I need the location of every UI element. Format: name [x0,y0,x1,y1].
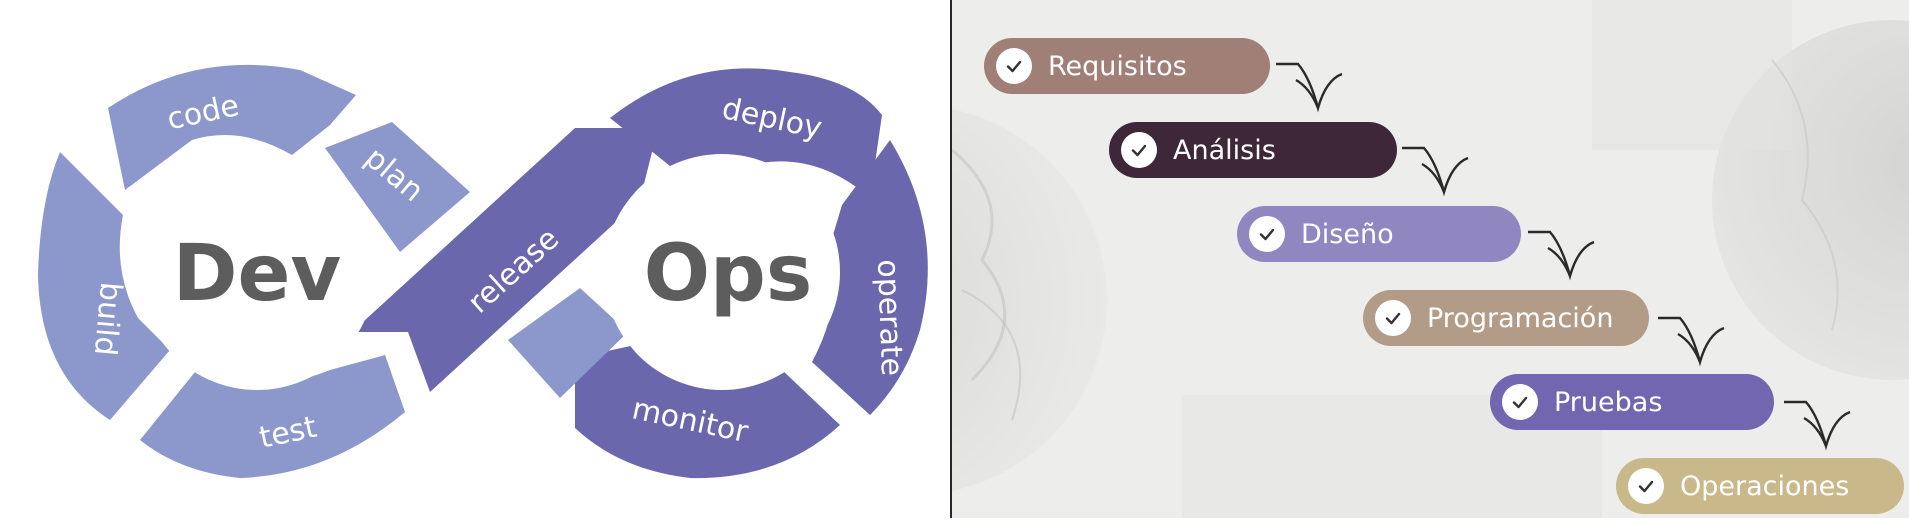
check-circle-icon [1502,384,1538,420]
waterfall-diagram: Requisitos Análisis Diseño Programación [952,0,1909,518]
down-branch-arrow-icon [1528,230,1595,281]
check-circle-icon [1375,300,1411,336]
step-label: Operaciones [1680,470,1850,502]
hub-label-dev: Dev [173,229,342,319]
down-branch-arrow-icon [1276,62,1343,113]
step-requisitos: Requisitos [984,38,1270,94]
step-pruebas: Pruebas [1490,374,1774,430]
check-circle-icon [1628,468,1664,504]
step-programacion: Programación [1363,290,1649,346]
down-branch-arrow-icon [1784,400,1851,451]
check-circle-icon [1121,132,1157,168]
step-label: Pruebas [1554,386,1663,418]
down-branch-arrow-icon [1402,146,1469,197]
check-circle-icon [996,48,1032,84]
label-build: build [87,281,128,358]
label-operate: operate [870,259,909,377]
devops-infinity-loop: code plan build test release deploy oper… [38,64,928,479]
check-circle-icon [1249,216,1285,252]
step-label: Diseño [1301,218,1394,250]
step-operaciones: Operaciones [1616,458,1904,514]
devops-diagram: code plan build test release deploy oper… [0,0,950,518]
step-label: Análisis [1173,134,1276,166]
step-diseno: Diseño [1237,206,1521,262]
step-analisis: Análisis [1109,122,1397,178]
down-branch-arrow-icon [1658,316,1725,367]
step-label: Requisitos [1048,50,1187,82]
step-label: Programación [1427,302,1614,334]
hub-label-ops: Ops [644,229,813,319]
